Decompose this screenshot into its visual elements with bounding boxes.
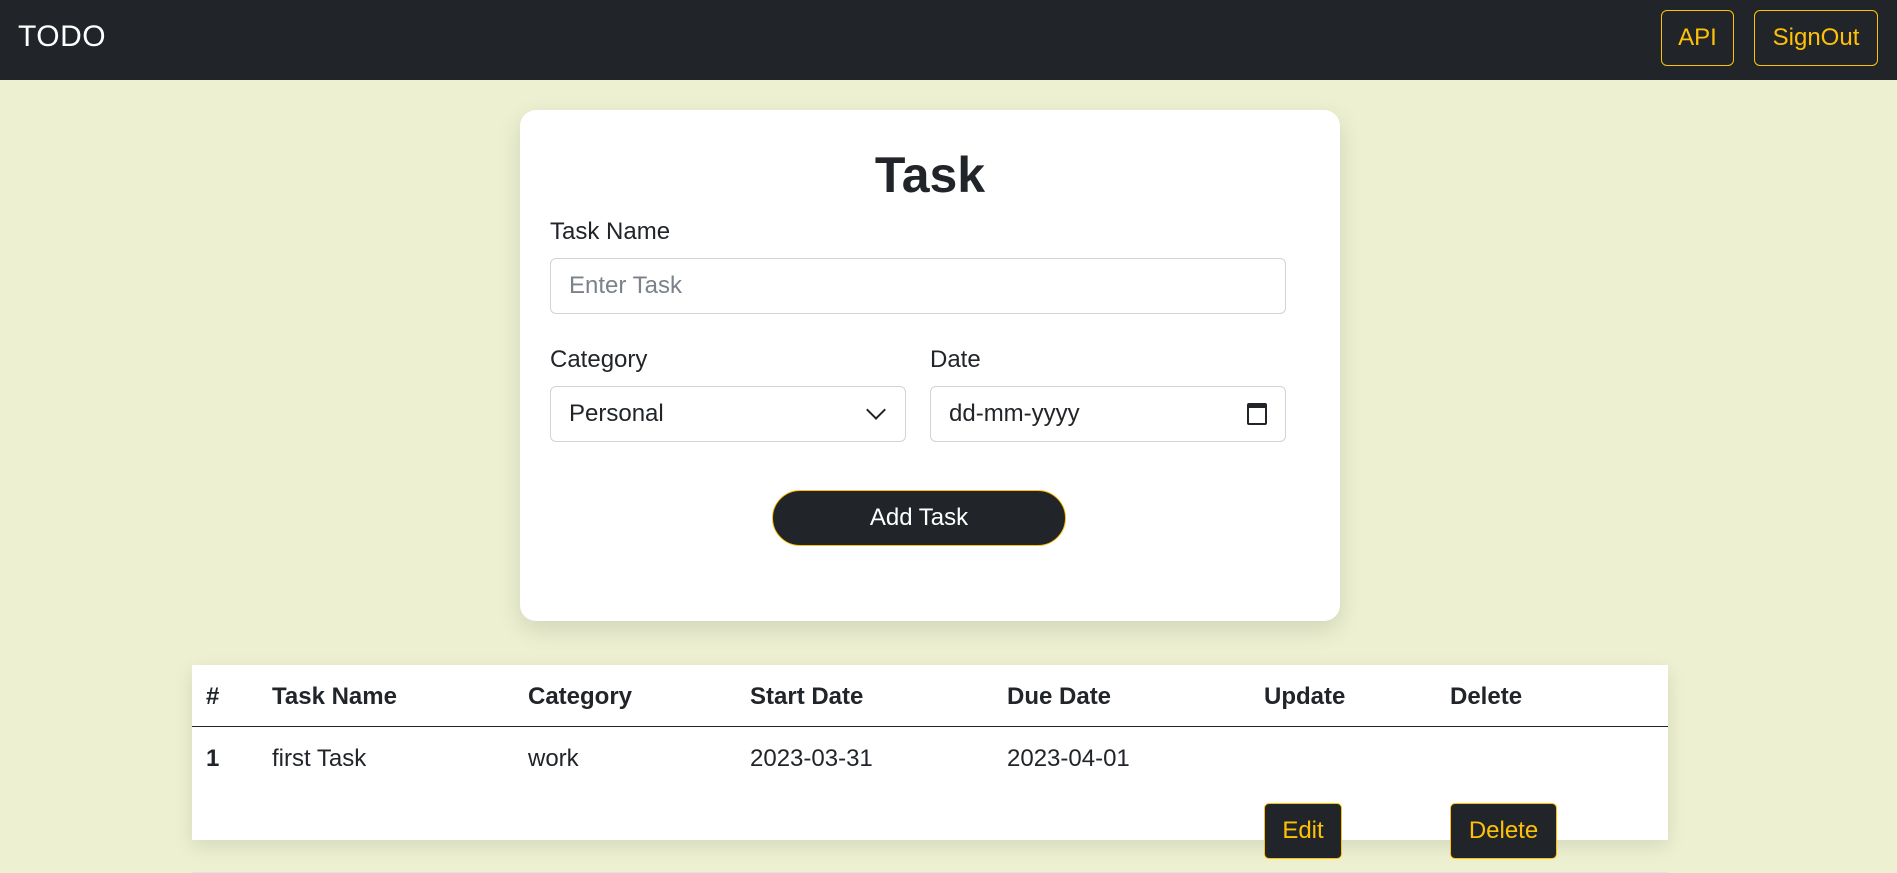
calendar-icon[interactable] xyxy=(1247,403,1267,425)
chevron-down-icon xyxy=(866,400,886,420)
signout-button[interactable]: SignOut xyxy=(1754,10,1878,66)
date-input[interactable]: dd-mm-yyyy xyxy=(930,386,1286,442)
edit-button[interactable]: Edit xyxy=(1264,803,1342,859)
row-task-name: first Task xyxy=(272,745,367,772)
task-form-card: Task Task Name Category Personal Date dd… xyxy=(520,110,1340,621)
task-name-label: Task Name xyxy=(550,218,671,245)
header-update: Update xyxy=(1264,683,1346,710)
header-category: Category xyxy=(528,683,633,710)
task-table: # Task Name Category Start Date Due Date… xyxy=(192,665,1668,873)
table-header: # Task Name Category Start Date Due Date… xyxy=(192,665,1668,727)
row-due-date: 2023-04-01 xyxy=(1007,745,1130,772)
navbar: TODO API SignOut xyxy=(0,0,1897,80)
brand-title[interactable]: TODO xyxy=(18,20,106,54)
header-index: # xyxy=(206,683,220,710)
header-due-date: Due Date xyxy=(1007,683,1112,710)
category-value: Personal xyxy=(569,400,664,427)
form-title: Task xyxy=(874,147,986,203)
row-start-date: 2023-03-31 xyxy=(750,745,873,772)
add-task-button[interactable]: Add Task xyxy=(772,490,1066,546)
category-select[interactable]: Personal xyxy=(550,386,906,442)
header-task-name: Task Name xyxy=(272,683,397,710)
table-body: 1 first Task work 2023-03-31 2023-04-01 … xyxy=(192,727,1668,873)
task-name-input[interactable] xyxy=(569,272,1267,300)
task-name-field[interactable] xyxy=(550,258,1286,314)
row-index: 1 xyxy=(206,745,220,772)
date-label: Date xyxy=(930,346,981,373)
row-category: work xyxy=(528,745,579,772)
header-start-date: Start Date xyxy=(750,683,864,710)
api-button[interactable]: API xyxy=(1661,10,1734,66)
header-delete: Delete xyxy=(1450,683,1523,710)
category-label: Category xyxy=(550,346,648,373)
delete-button[interactable]: Delete xyxy=(1450,803,1557,859)
date-value: dd-mm-yyyy xyxy=(949,400,1080,427)
table-row: 1 first Task work 2023-03-31 2023-04-01 … xyxy=(192,727,1668,873)
